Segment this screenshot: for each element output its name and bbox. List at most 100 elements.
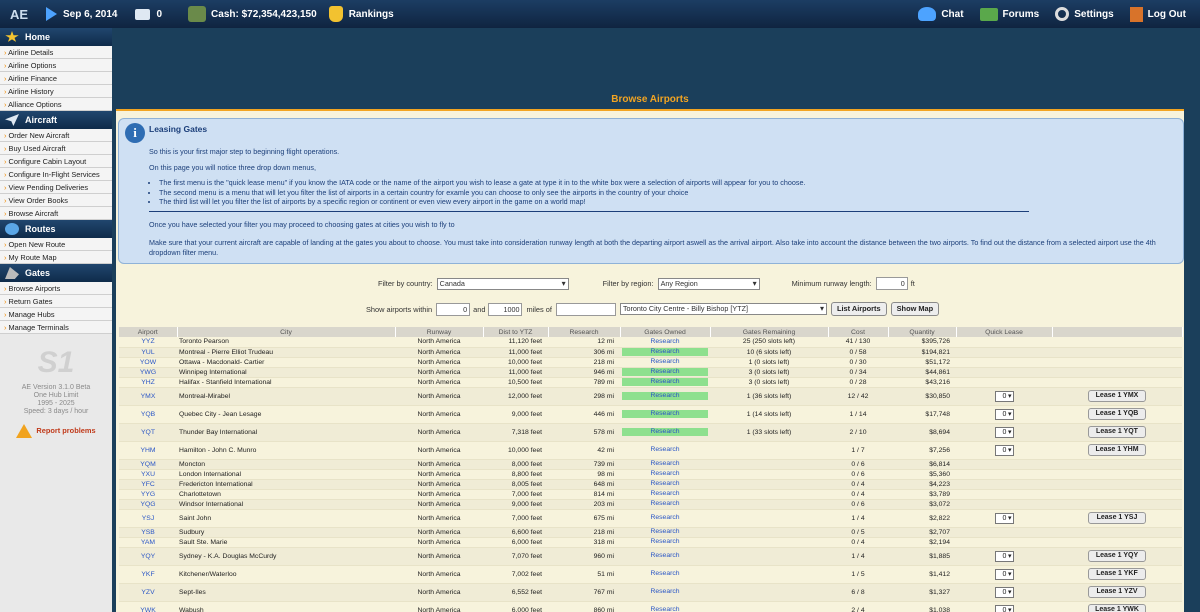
date-display[interactable]: Sep 6, 2014 [46, 7, 117, 21]
airport-code-link[interactable]: YSB [119, 527, 177, 538]
runway-length-input[interactable]: 0 [875, 277, 908, 290]
airport-code-link[interactable]: YZV [119, 583, 177, 602]
sidebar-item-view-order-books[interactable]: View Order Books [0, 194, 112, 207]
region-filter-select[interactable]: Any Region [657, 277, 760, 290]
airport-code-link[interactable]: YWG [119, 367, 177, 378]
airport-code-link[interactable]: YHM [119, 441, 177, 460]
lease-gate-button[interactable]: Lease 1 YKF [1088, 568, 1146, 580]
airport-code-link[interactable]: YXU [119, 469, 177, 480]
lease-gate-button[interactable]: Lease 1 YMX [1088, 390, 1146, 402]
column-header[interactable]: City [177, 327, 396, 337]
lease-gate-button[interactable]: Lease 1 YSJ [1088, 512, 1146, 524]
airport-code-link[interactable]: YKF [119, 565, 177, 584]
airport-code-link[interactable]: YYG [119, 489, 177, 500]
airport-code-link[interactable]: YUL [119, 347, 177, 358]
research-link[interactable]: Research [622, 470, 708, 478]
airport-code-link[interactable]: YOW [119, 357, 177, 368]
sidebar-item-order-new-aircraft[interactable]: Order New Aircraft [0, 129, 112, 142]
quantity-select[interactable]: 0 [994, 604, 1014, 612]
quantity-select[interactable]: 0 [994, 586, 1014, 598]
lease-gate-button[interactable]: Lease 1 YQB [1088, 408, 1146, 420]
sidebar-section-routes[interactable]: Routes [0, 220, 112, 238]
lease-gate-button[interactable]: Lease 1 YWK [1088, 604, 1146, 612]
column-header[interactable]: Research [548, 327, 621, 337]
column-header[interactable]: Runway [395, 327, 484, 337]
research-link[interactable]: Research [622, 480, 708, 488]
sidebar-item-configure-in-flight-services[interactable]: Configure In-Flight Services [0, 168, 112, 181]
lease-gate-button[interactable]: Lease 1 YQT [1088, 426, 1146, 438]
forums-link[interactable]: Forums [979, 7, 1039, 21]
airport-code-link[interactable]: YQT [119, 423, 177, 442]
research-link[interactable]: Research [622, 428, 708, 436]
sidebar-item-airline-history[interactable]: Airline History [0, 85, 112, 98]
research-link[interactable]: Research [622, 358, 708, 366]
research-link[interactable]: Research [622, 606, 708, 612]
airport-code-link[interactable]: YWK [119, 601, 177, 612]
lease-gate-button[interactable]: Lease 1 YHM [1088, 444, 1146, 456]
research-link[interactable]: Research [622, 500, 708, 508]
research-link[interactable]: Research [622, 392, 708, 400]
lease-gate-button[interactable]: Lease 1 YQY [1088, 550, 1146, 562]
airport-code-link[interactable]: YMX [119, 387, 177, 406]
sidebar-item-configure-cabin-layout[interactable]: Configure Cabin Layout [0, 155, 112, 168]
sidebar-item-manage-terminals[interactable]: Manage Terminals [0, 321, 112, 334]
research-link[interactable]: Research [622, 348, 708, 356]
column-header[interactable]: Gates Remaining [710, 327, 829, 337]
sidebar-item-browse-airports[interactable]: Browse Airports [0, 282, 112, 295]
sidebar-section-aircraft[interactable]: Aircraft [0, 111, 112, 129]
quantity-select[interactable]: 0 [994, 512, 1014, 524]
research-link[interactable]: Research [622, 460, 708, 468]
logout-link[interactable]: Log Out [1129, 6, 1186, 22]
sidebar-item-return-gates[interactable]: Return Gates [0, 295, 112, 308]
show-map-button[interactable]: Show Map [890, 302, 940, 316]
airport-code-link[interactable]: YHZ [119, 377, 177, 388]
messages-link[interactable]: 0 [135, 8, 162, 20]
research-link[interactable]: Research [622, 588, 708, 596]
min-distance-input[interactable]: 0 [436, 302, 471, 316]
airport-code-link[interactable]: YQB [119, 405, 177, 424]
column-header[interactable]: Airport [119, 327, 178, 337]
sidebar-section-gates[interactable]: Gates [0, 264, 112, 282]
quantity-select[interactable]: 0 [994, 426, 1014, 438]
research-link[interactable]: Research [622, 446, 708, 454]
from-airport-select[interactable]: Toronto City Centre - Billy Bishop [YTZ] [619, 303, 827, 315]
column-header[interactable]: Quantity [888, 327, 957, 337]
airport-code-link[interactable]: YAM [119, 537, 177, 548]
quantity-select[interactable]: 0 [994, 408, 1014, 420]
column-header[interactable]: Dist to YTZ [483, 327, 549, 337]
research-link[interactable]: Research [622, 538, 708, 546]
sidebar-item-my-route-map[interactable]: My Route Map [0, 251, 112, 264]
country-filter-select[interactable]: Canada [436, 277, 569, 290]
airport-code-link[interactable]: YYZ [119, 337, 177, 348]
sidebar-item-airline-options[interactable]: Airline Options [0, 59, 112, 72]
settings-link[interactable]: Settings [1055, 7, 1114, 21]
quantity-select[interactable]: 0 [994, 444, 1014, 456]
airport-search-input[interactable] [555, 302, 616, 316]
sidebar-section-home[interactable]: Home [0, 28, 112, 46]
quantity-select[interactable]: 0 [994, 550, 1014, 562]
airport-code-link[interactable]: YQM [119, 459, 177, 470]
airport-code-link[interactable]: YQG [119, 499, 177, 510]
research-link[interactable]: Research [622, 552, 708, 560]
research-link[interactable]: Research [622, 570, 708, 578]
lease-gate-button[interactable]: Lease 1 YZV [1088, 586, 1146, 598]
sidebar-item-browse-aircraft[interactable]: Browse Aircraft [0, 207, 112, 220]
airport-code-link[interactable]: YSJ [119, 509, 177, 528]
research-link[interactable]: Research [622, 514, 708, 522]
column-header[interactable]: Gates Owned [620, 327, 711, 337]
research-link[interactable]: Research [622, 338, 708, 346]
airport-code-link[interactable]: YQY [119, 547, 177, 566]
chat-link[interactable]: Chat [918, 7, 964, 21]
cash-display[interactable]: Cash: $72,354,423,150 [188, 6, 317, 22]
sidebar-item-alliance-options[interactable]: Alliance Options [0, 98, 112, 111]
research-link[interactable]: Research [622, 528, 708, 536]
column-header[interactable]: Quick Lease [956, 327, 1053, 337]
sidebar-item-airline-finance[interactable]: Airline Finance [0, 72, 112, 85]
sidebar-item-buy-used-aircraft[interactable]: Buy Used Aircraft [0, 142, 112, 155]
quantity-select[interactable]: 0 [994, 568, 1014, 580]
research-link[interactable]: Research [622, 410, 708, 418]
sidebar-item-airline-details[interactable]: Airline Details [0, 46, 112, 59]
max-distance-input[interactable]: 1000 [488, 302, 523, 316]
research-link[interactable]: Research [622, 378, 708, 386]
sidebar-item-manage-hubs[interactable]: Manage Hubs [0, 308, 112, 321]
